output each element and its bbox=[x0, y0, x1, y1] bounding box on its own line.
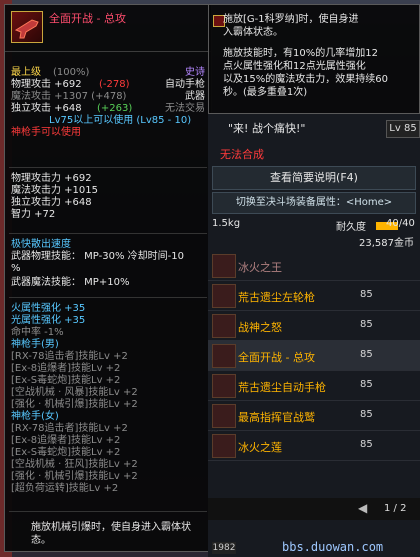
item-icon bbox=[212, 344, 236, 368]
pagination: ◀ 1 / 2 bbox=[208, 498, 420, 520]
item-level: 85 bbox=[360, 349, 373, 360]
phys-attack-delta: (-278) bbox=[99, 79, 130, 90]
switch-attribute-button[interactable]: 切换至决斗场装备属性：<Home> bbox=[212, 192, 416, 214]
skill-line: [强化 · 机械引爆]技能Lv +2 bbox=[11, 471, 138, 482]
indep-attack-delta: (+263) bbox=[97, 103, 133, 114]
list-item[interactable]: 战神之怒 85 bbox=[208, 310, 420, 341]
skill-line: [Ex-8追爆者]技能Lv +2 bbox=[11, 435, 121, 446]
list-item[interactable]: 冰火之王 bbox=[208, 250, 420, 281]
watermark: bbs.duowan.com bbox=[282, 540, 384, 554]
tooltip-header: 全面开战 - 总攻 bbox=[5, 5, 211, 52]
skill-line: [RX-78追击者]技能Lv +2 bbox=[11, 351, 128, 362]
fire-enhance: 火属性强化 +35 bbox=[11, 303, 86, 314]
speed-title: 极快散出速度 bbox=[11, 239, 71, 250]
list-item[interactable]: 荒古遗尘左轮枪 85 bbox=[208, 280, 420, 311]
gunner-female-label: 神枪手(女) bbox=[11, 411, 59, 422]
list-item[interactable]: 荒古遗尘自动手枪 85 bbox=[208, 370, 420, 401]
item-name: 荒古遗尘自动手枪 bbox=[238, 381, 326, 394]
view-description-button[interactable]: 查看简要说明(F4) bbox=[212, 166, 416, 190]
list-item-selected[interactable]: 全面开战 - 总攻 85 bbox=[208, 340, 420, 371]
item-icon bbox=[212, 284, 236, 308]
item-icon bbox=[212, 434, 236, 458]
item-name: 最高指挥官战鹫 bbox=[238, 411, 315, 424]
item-quote: "来! 战个痛快!" bbox=[228, 122, 306, 135]
item-level: 85 bbox=[360, 379, 373, 390]
grade-label: 最上级 bbox=[11, 67, 41, 78]
price-text: 23,587金币 bbox=[359, 238, 414, 249]
effect-line: 入霸体状态。 bbox=[223, 27, 283, 38]
item-name: 冰火之莲 bbox=[238, 441, 282, 454]
class-requirement: 神枪手可以使用 bbox=[11, 127, 81, 138]
grade-percent: (100%) bbox=[53, 67, 90, 78]
level-input[interactable]: Lv 85 bbox=[386, 120, 420, 138]
item-name: 战神之怒 bbox=[238, 321, 282, 334]
weapon-type: 自动手枪 bbox=[165, 79, 205, 90]
list-item[interactable]: 冰火之莲 85 bbox=[208, 430, 420, 461]
indep-attack: 独立攻击 +648 bbox=[11, 103, 82, 114]
effect-line: 秒。(最多重叠1次) bbox=[223, 87, 308, 98]
skill-line: [Ex-8追爆者]技能Lv +2 bbox=[11, 363, 121, 374]
item-category: 武器 bbox=[185, 91, 205, 102]
mp-line-1: 武器物理技能： MP-30% 冷却时间-10 bbox=[11, 251, 184, 262]
mp-line-2: 武器魔法技能： MP+10% bbox=[11, 277, 130, 288]
skill-line: [超负荷运转]技能Lv +2 bbox=[11, 483, 119, 494]
durability-value: 40/40 bbox=[386, 218, 415, 229]
footer-effect: 施放机械引爆时，使自身进入霸体状态。 bbox=[31, 522, 191, 546]
item-name: 冰火之王 bbox=[238, 261, 282, 274]
mp-line-1b: % bbox=[11, 263, 21, 274]
durability-label: 耐久度 bbox=[336, 222, 366, 233]
weight-text: 1.5kg bbox=[212, 218, 241, 229]
mag-attack: 魔法攻击 +1307 (+478) bbox=[11, 91, 127, 102]
level-requirement: Lv75以上可以使用 (Lv85 - 10) bbox=[49, 115, 192, 126]
gunner-male-label: 神枪手(男) bbox=[11, 339, 59, 350]
cannot-combine-text: 无法合成 bbox=[220, 148, 264, 161]
skill-line: [空战机械 · 风暴]技能Lv +2 bbox=[11, 387, 138, 398]
set-effect-tooltip: 施放[G-1科罗纳]时，使自身进 入霸体状态。 施放技能时，有10%的几率增加1… bbox=[208, 4, 420, 114]
rarity-label: 史诗 bbox=[185, 67, 205, 78]
level-badge: 1982 bbox=[212, 542, 236, 554]
item-level: 85 bbox=[360, 319, 373, 330]
list-item[interactable]: 最高指挥官战鹫 85 bbox=[208, 400, 420, 431]
item-title: 全面开战 - 总攻 bbox=[49, 12, 126, 25]
prev-page-icon[interactable]: ◀ bbox=[358, 501, 367, 515]
item-icon bbox=[212, 374, 236, 398]
effect-line: 施放[G-1科罗纳]时，使自身进 bbox=[223, 14, 359, 25]
item-level: 85 bbox=[360, 289, 373, 300]
level-label: Lv bbox=[389, 123, 401, 134]
light-enhance: 光属性强化 +35 bbox=[11, 315, 86, 326]
stat-line: 魔法攻击力 +1015 bbox=[11, 185, 99, 196]
item-icon bbox=[212, 404, 236, 428]
skill-line: [RX-78追击者]技能Lv +2 bbox=[11, 423, 128, 434]
item-icon bbox=[212, 314, 236, 338]
item-tooltip: 全面开战 - 总攻 最上级 (100%) 史诗 物理攻击 +692 (-278)… bbox=[4, 4, 212, 552]
page-indicator: 1 / 2 bbox=[384, 503, 407, 514]
stat-line: 独立攻击力 +648 bbox=[11, 197, 92, 208]
skill-line: [Ex-S毒蛇炮]技能Lv +2 bbox=[11, 375, 121, 386]
item-level: 85 bbox=[360, 439, 373, 450]
phys-attack: 物理攻击 +692 bbox=[11, 79, 82, 90]
level-value: 85 bbox=[403, 123, 417, 134]
item-icon bbox=[212, 254, 236, 278]
gun-icon bbox=[11, 11, 43, 43]
item-level: 85 bbox=[360, 409, 373, 420]
item-panel: "来! 战个痛快!" Lv 85 无法合成 查看简要说明(F4) 切换至决斗场装… bbox=[208, 114, 420, 557]
effect-line: 点火属性强化和12点光属性强化 bbox=[223, 61, 366, 72]
effect-line: 以及15%的魔法攻击力，效果持续60 bbox=[223, 74, 388, 85]
stat-line: 物理攻击力 +692 bbox=[11, 173, 92, 184]
trade-status: 无法交易 bbox=[165, 103, 205, 114]
item-name: 全面开战 - 总攻 bbox=[238, 351, 315, 364]
skill-line: [空战机械 · 狂风]技能Lv +2 bbox=[11, 459, 138, 470]
item-name: 荒古遗尘左轮枪 bbox=[238, 291, 315, 304]
stat-line: 智力 +72 bbox=[11, 209, 56, 220]
effect-line: 施放技能时，有10%的几率增加12 bbox=[223, 48, 378, 59]
skill-line: [Ex-S毒蛇炮]技能Lv +2 bbox=[11, 447, 121, 458]
hit-rate: 命中率 -1% bbox=[11, 327, 64, 338]
skill-line: [强化 · 机械引爆]技能Lv +2 bbox=[11, 399, 138, 410]
